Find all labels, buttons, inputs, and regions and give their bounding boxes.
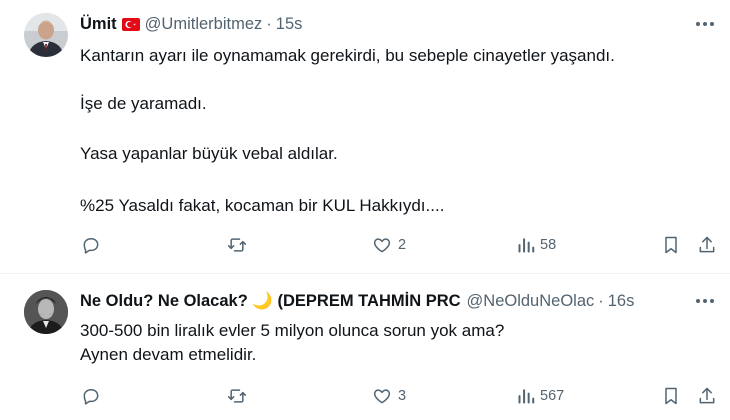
user-handle[interactable]: @NeOlduNeOlac [467,292,595,311]
display-name[interactable]: Ümit [80,15,117,34]
separator-dot: · [266,14,272,33]
share-button[interactable] [697,235,717,255]
reply-icon [80,235,102,255]
avatar[interactable] [24,13,68,57]
bookmark-button[interactable] [662,235,680,255]
share-button[interactable] [697,386,717,406]
views-count: 58 [540,237,557,253]
more-options-icon[interactable] [694,14,716,34]
retweet-button[interactable] [225,386,253,406]
separator-dot: · [598,291,604,310]
avatar[interactable] [24,290,68,334]
heart-icon [371,235,393,255]
retweet-button[interactable] [225,235,253,255]
timestamp[interactable]: 16s [608,292,635,311]
heart-icon [371,386,393,406]
more-options-icon[interactable] [694,291,716,311]
tweet-text-line: Aynen devam etmelidir. [80,345,257,364]
like-count: 2 [398,237,407,253]
views-icon [516,235,536,255]
reply-icon [80,386,102,406]
bookmark-icon [662,386,680,406]
views-button[interactable]: 567 [516,386,564,406]
like-button[interactable]: 3 [371,386,406,406]
views-icon [516,386,536,406]
tweet-text-line: %25 Yasaldı fakat, kocaman bir KUL Hakkı… [80,196,445,215]
reply-button[interactable] [80,235,106,255]
tweet-text-line: İşe de yaramadı. [80,94,207,113]
bookmark-icon [662,235,680,255]
retweet-icon [225,235,249,255]
reply-button[interactable] [80,386,106,406]
tweet-header: Ne Oldu? Ne Olacak? 🌙 (DEPREM TAHMİN PRC… [80,290,712,312]
timestamp[interactable]: 15s [276,15,303,34]
turkey-flag-icon [121,17,140,31]
tweet[interactable]: Ne Oldu? Ne Olacak? 🌙 (DEPREM TAHMİN PRC… [0,274,730,420]
share-icon [697,235,717,255]
share-icon [697,386,717,406]
tweet-text-line: 300-500 bin liralık evler 5 milyon olunc… [80,321,505,340]
views-button[interactable]: 58 [516,235,556,255]
tweet-text-line: Kantarın ayarı ile oynamamak gerekirdi, … [80,46,615,65]
like-button[interactable]: 2 [371,235,406,255]
bookmark-button[interactable] [662,386,680,406]
tweet-text-line: Yasa yapanlar büyük vebal aldılar. [80,144,338,163]
tweet-header: Ümit @Umitlerbitmez · 15s [80,13,712,35]
retweet-icon [225,386,249,406]
views-count: 567 [540,388,565,404]
tweet[interactable]: Ümit @Umitlerbitmez · 15s Kantarın ayarı… [0,0,730,273]
display-name[interactable]: Ne Oldu? Ne Olacak? 🌙 (DEPREM TAHMİN PRC [80,292,461,311]
user-handle[interactable]: @Umitlerbitmez [145,15,263,34]
like-count: 3 [398,388,407,404]
